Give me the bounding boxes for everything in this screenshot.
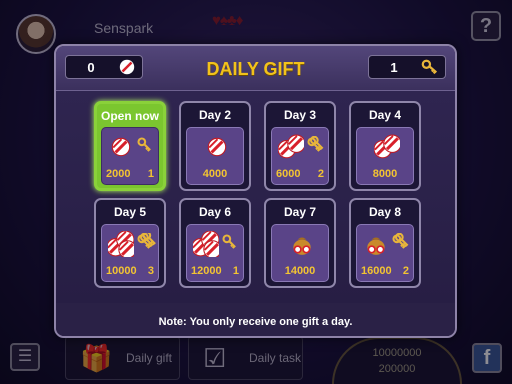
key-amount: 1 [232, 265, 239, 277]
key-icon [306, 135, 326, 161]
coin-bag-icon [363, 231, 389, 262]
candy-chip-icon [106, 230, 137, 262]
gift-tile-day-4[interactable]: Day 4 8000 [349, 101, 421, 191]
coin-amount: 10000 [106, 265, 137, 277]
key-count: 1 [390, 60, 398, 75]
gift-tile-day-1[interactable]: Open now 2000 1 [94, 101, 166, 191]
gift-tile-day-3[interactable]: Day 3 6000 2 [264, 101, 336, 191]
candy-chip-icon [277, 134, 306, 165]
key-amount: 1 [147, 168, 154, 180]
key-icon [136, 231, 156, 258]
note-area: Note: You only receive one gift a day. [56, 304, 455, 336]
gift-tile-day-5[interactable]: Day 5 10000 3 [94, 198, 166, 288]
coin-amount: 14000 [284, 265, 316, 277]
gift-reward-box: 12000 1 [186, 224, 244, 282]
gift-reward-box: 6000 2 [271, 127, 329, 185]
gift-tile-label: Open now [101, 109, 159, 123]
coin-amount: 4000 [202, 168, 228, 180]
daily-gift-dialog: 0 DAILY GIFT 1 Open now 2000 1 Day 2 4000 Day… [54, 44, 457, 338]
dialog-header: 0 DAILY GIFT 1 [56, 46, 455, 91]
gift-tile-label: Day 6 [198, 205, 232, 219]
gift-tile-label: Day 5 [113, 205, 147, 219]
coin-amount: 8000 [372, 168, 398, 180]
coin-amount: 12000 [191, 265, 222, 277]
key-counter: 1 [368, 55, 446, 79]
key-icon [391, 232, 411, 258]
gift-reward-box: 14000 [271, 224, 329, 282]
gift-reward-box: 2000 1 [101, 127, 159, 185]
key-amount: 3 [147, 265, 154, 277]
candy-chip-icon [108, 134, 134, 165]
gift-reward-box: 16000 2 [356, 224, 414, 282]
key-icon [221, 233, 241, 258]
daily-note: Note: You only receive one gift a day. [158, 316, 353, 328]
candy-chip-icon [204, 134, 230, 165]
key-icon [136, 136, 156, 161]
gift-reward-box: 10000 3 [101, 224, 159, 282]
key-amount: 2 [317, 168, 324, 180]
gift-tile-day-2[interactable]: Day 2 4000 [179, 101, 251, 191]
candy-chip-icon [373, 134, 402, 165]
gift-tile-day-8[interactable]: Day 8 16000 2 [349, 198, 421, 288]
gift-reward-box: 4000 [186, 127, 244, 185]
key-amount: 2 [402, 265, 409, 277]
key-icon [421, 59, 438, 75]
coin-amount: 2000 [106, 168, 131, 180]
gift-reward-box: 8000 [356, 127, 414, 185]
coin-amount: 6000 [276, 168, 301, 180]
gift-tile-label: Day 8 [368, 205, 402, 219]
gift-tile-day-7[interactable]: Day 7 14000 [264, 198, 336, 288]
gift-grid: Open now 2000 1 Day 2 4000 Day 3 6000 2 Day 4 800… [56, 91, 455, 303]
gift-tile-label: Day 2 [198, 108, 232, 122]
gift-tile-label: Day 4 [368, 108, 402, 122]
gift-tile-label: Day 7 [283, 205, 317, 219]
gift-tile-label: Day 3 [283, 108, 317, 122]
coin-amount: 16000 [361, 265, 392, 277]
candy-chip-icon [191, 230, 222, 262]
game-background: Senspark ♥♠♣♦ ? ☰ 🎁 Daily gift ☑ Daily t… [0, 0, 512, 384]
coin-bag-icon [289, 231, 315, 262]
gift-tile-day-6[interactable]: Day 6 12000 1 [179, 198, 251, 288]
